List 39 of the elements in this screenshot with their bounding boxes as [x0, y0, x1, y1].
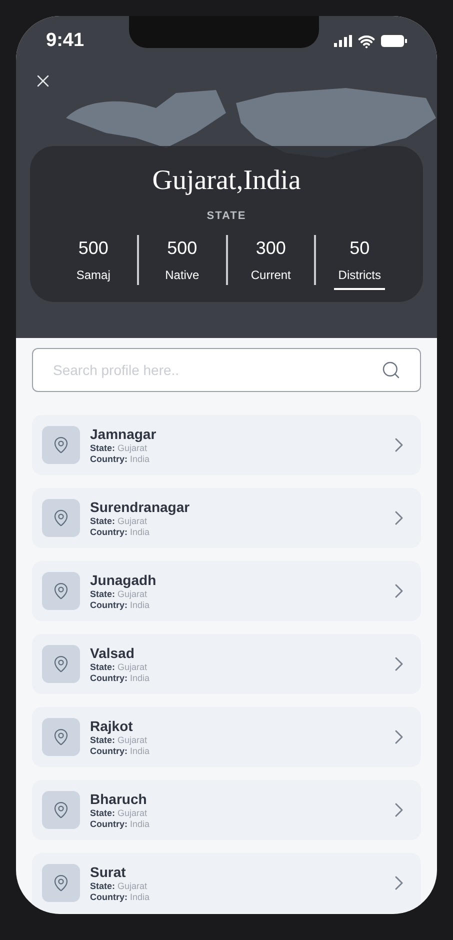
district-card[interactable]: Jamnagar State: Gujarat Country: India: [32, 415, 421, 475]
search-icon: [381, 360, 401, 380]
district-name: Jamnagar: [90, 426, 158, 442]
country-line: Country: India: [90, 746, 151, 756]
state-line: State: Gujarat: [90, 588, 148, 600]
country-line: Country: India: [90, 892, 151, 902]
district-card[interactable]: Rajkot State: Gujarat Country: India: [32, 707, 421, 767]
state-line: State: Gujarat: [90, 442, 148, 454]
country-line: Country: India: [90, 818, 151, 830]
state-line: State: Gujarat: [90, 808, 148, 818]
country-line: Country: India: [90, 454, 151, 464]
state-subtitle: STATE: [206, 209, 246, 224]
state-title: Gujarat,India: [152, 164, 301, 198]
district-card[interactable]: Bharuch State: Gujarat Country: India: [32, 780, 421, 840]
district-name: Surendranagar: [90, 498, 191, 516]
country-line: Country: India: [90, 672, 151, 684]
district-name: Valsad: [90, 644, 136, 662]
district-card[interactable]: Surendranagar State: Gujarat Country: India: [32, 488, 421, 548]
district-name: Bharuch: [90, 790, 148, 808]
district-name: Junagadh: [90, 572, 158, 588]
stat-tab[interactable]: 500 Samaj: [50, 234, 137, 290]
status-time: 9:41: [46, 28, 84, 53]
state-line: State: Gujarat: [90, 734, 148, 746]
signal-icon: [334, 35, 352, 47]
state-line: State: Gujarat: [90, 880, 148, 892]
district-name: Rajkot: [90, 718, 134, 734]
district-card[interactable]: Valsad State: Gujarat Country: India: [32, 634, 421, 694]
stat-tab[interactable]: 300 Current: [228, 234, 314, 290]
stat-tab[interactable]: 500 Native: [138, 234, 226, 290]
country-line: Country: India: [90, 600, 151, 610]
district-card[interactable]: Junagadh State: Gujarat Country: India: [32, 561, 421, 621]
district-card[interactable]: Surat State: Gujarat Country: India: [32, 853, 421, 913]
state-line: State: Gujarat: [90, 516, 148, 526]
stat-tab[interactable]: 50 Districts: [316, 234, 403, 290]
wifi-icon: [358, 32, 375, 50]
country-line: Country: India: [90, 526, 151, 538]
district-name: Surat: [90, 864, 127, 880]
state-line: State: Gujarat: [90, 662, 148, 672]
battery-icon: [381, 35, 407, 47]
